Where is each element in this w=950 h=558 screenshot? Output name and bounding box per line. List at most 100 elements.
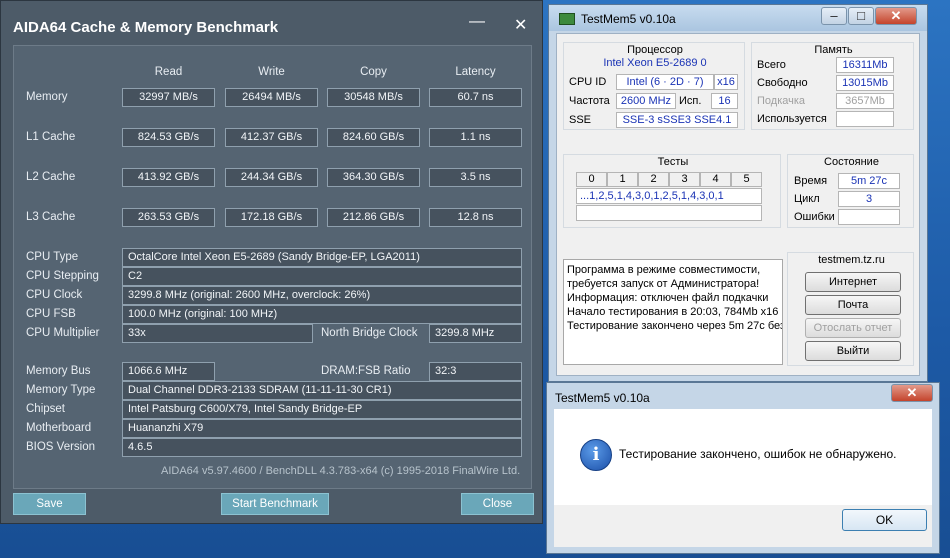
memory-read: 32997 MB/s bbox=[122, 88, 215, 107]
l3-write: 172.18 GB/s bbox=[225, 208, 318, 227]
cpu-id-label: CPU ID bbox=[569, 76, 607, 88]
total-value: 16311Mb bbox=[836, 57, 894, 73]
dialog-title: TestMem5 v0.10a bbox=[555, 391, 650, 405]
save-button[interactable]: Save bbox=[13, 493, 86, 515]
minimize-icon[interactable]: — bbox=[469, 13, 485, 31]
swap-value: 3657Mb bbox=[836, 93, 894, 109]
time-label: Время bbox=[794, 175, 828, 187]
cpu-fsb-label: CPU FSB bbox=[26, 308, 76, 320]
state-group-title: Состояние bbox=[824, 156, 879, 168]
l1-latency: 1.1 ns bbox=[429, 128, 522, 147]
test-number-2: 2 bbox=[638, 172, 669, 187]
start-benchmark-button[interactable]: Start Benchmark bbox=[221, 493, 329, 515]
frequency-label: Частота bbox=[569, 95, 610, 107]
cycle-value: 3 bbox=[838, 191, 900, 207]
sse-label: SSE bbox=[569, 114, 592, 126]
dialog-close-icon[interactable]: ✕ bbox=[891, 384, 933, 402]
copyright-text: AIDA64 v5.97.4600 / BenchDLL 4.3.783-x64… bbox=[161, 465, 521, 477]
row-label-l1: L1 Cache bbox=[26, 131, 76, 143]
dram-fsb-label: DRAM:FSB Ratio bbox=[321, 365, 411, 377]
row-label-memory: Memory bbox=[26, 91, 68, 103]
benchmark-panel: Read Write Copy Latency Memory 32997 MB/… bbox=[13, 45, 532, 489]
testmem5-titlebar: TestMem5 v0.10a – □ ✕ bbox=[549, 5, 927, 31]
testmem5-dialog: TestMem5 v0.10a ✕ i Тестирование законче… bbox=[546, 382, 940, 554]
mail-button[interactable]: Почта bbox=[805, 295, 901, 315]
minimize-icon[interactable]: – bbox=[821, 7, 847, 25]
cpu-id-value: Intel (6 · 2D · 7) bbox=[616, 74, 714, 90]
cpu-type-value: OctalCore Intel Xeon E5-2689 (Sandy Brid… bbox=[122, 248, 522, 267]
aida64-title: AIDA64 Cache & Memory Benchmark bbox=[13, 19, 279, 36]
testmem5-body: Процессор Intel Xeon E5-2689 0 CPU ID In… bbox=[556, 33, 920, 376]
memory-bus-value: 1066.6 MHz bbox=[122, 362, 215, 381]
log-line: требуется запуск от Администратора! bbox=[567, 278, 760, 290]
errors-label: Ошибки bbox=[794, 211, 835, 223]
memory-write: 26494 MB/s bbox=[225, 88, 318, 107]
aida64-window: AIDA64 Cache & Memory Benchmark — ✕ Read… bbox=[0, 0, 543, 524]
tests-group: Тесты 0 1 2 3 4 5 ...1,2,5,1,4,3,0,1,2,5… bbox=[563, 154, 781, 228]
memory-group-title: Память bbox=[814, 44, 853, 56]
close-button[interactable]: Close bbox=[461, 493, 534, 515]
log-textbox[interactable]: Программа в режиме совместимости, требуе… bbox=[563, 259, 783, 365]
cycle-label: Цикл bbox=[794, 193, 820, 205]
l3-latency: 12.8 ns bbox=[429, 208, 522, 227]
dialog-message: Тестирование закончено, ошибок не обнару… bbox=[619, 447, 897, 461]
memory-chip-icon bbox=[559, 13, 575, 25]
test-number-1: 1 bbox=[607, 172, 638, 187]
cpu-multiplier-value: 33x bbox=[122, 324, 313, 343]
free-label: Свободно bbox=[757, 77, 808, 89]
errors-value bbox=[838, 209, 900, 225]
close-icon[interactable]: ✕ bbox=[514, 15, 527, 35]
l1-write: 412.37 GB/s bbox=[225, 128, 318, 147]
tests-group-title: Тесты bbox=[657, 156, 689, 168]
used-label: Используется bbox=[757, 113, 827, 125]
north-bridge-label: North Bridge Clock bbox=[321, 327, 418, 339]
test-number-4: 4 bbox=[700, 172, 731, 187]
threads-value: 16 bbox=[711, 93, 738, 109]
internet-button[interactable]: Интернет bbox=[805, 272, 901, 292]
cpu-clock-value: 3299.8 MHz (original: 2600 MHz, overcloc… bbox=[122, 286, 522, 305]
memory-copy: 30548 MB/s bbox=[327, 88, 420, 107]
chipset-label: Chipset bbox=[26, 403, 65, 415]
l3-read: 263.53 GB/s bbox=[122, 208, 215, 227]
processor-group: Процессор Intel Xeon E5-2689 0 CPU ID In… bbox=[563, 42, 745, 130]
log-line: Информация: отключен файл подкачки bbox=[567, 292, 769, 304]
site-url: testmem.tz.ru bbox=[818, 254, 885, 266]
testmem5-window: TestMem5 v0.10a – □ ✕ Процессор Intel Xe… bbox=[548, 4, 928, 382]
state-group: Состояние Время 5m 27c Цикл 3 Ошибки bbox=[787, 154, 914, 228]
dram-fsb-value: 32:3 bbox=[429, 362, 522, 381]
sse-value: SSE-3 sSSE3 SSE4.1 bbox=[616, 112, 738, 128]
l2-write: 244.34 GB/s bbox=[225, 168, 318, 187]
used-value bbox=[836, 111, 894, 127]
close-icon[interactable]: ✕ bbox=[875, 7, 917, 25]
header-write: Write bbox=[258, 66, 285, 78]
cpu-fsb-value: 100.0 MHz (original: 100 MHz) bbox=[122, 305, 522, 324]
total-label: Всего bbox=[757, 59, 786, 71]
motherboard-label: Motherboard bbox=[26, 422, 92, 434]
bios-value: 4.6.5 bbox=[122, 438, 522, 457]
motherboard-value: Huananzhi X79 bbox=[122, 419, 522, 438]
exit-button[interactable]: Выйти bbox=[805, 341, 901, 361]
ok-button[interactable]: OK bbox=[842, 509, 927, 531]
l1-copy: 824.60 GB/s bbox=[327, 128, 420, 147]
maximize-icon[interactable]: □ bbox=[848, 7, 874, 25]
log-line: Начало тестирования в 20:03, 784Mb x16 bbox=[567, 306, 779, 318]
row-label-l2: L2 Cache bbox=[26, 171, 76, 183]
cpu-multiplier-label: CPU Multiplier bbox=[26, 327, 100, 339]
test-number-5: 5 bbox=[731, 172, 762, 187]
test-sequence: ...1,2,5,1,4,3,0,1,2,5,1,4,3,0,1 bbox=[576, 188, 762, 204]
l2-read: 413.92 GB/s bbox=[122, 168, 215, 187]
l2-latency: 3.5 ns bbox=[429, 168, 522, 187]
header-read: Read bbox=[154, 66, 183, 78]
header-copy: Copy bbox=[360, 66, 387, 78]
test-number-0: 0 bbox=[576, 172, 607, 187]
send-report-button[interactable]: Отослать отчет bbox=[805, 318, 901, 338]
test-number-3: 3 bbox=[669, 172, 700, 187]
l2-copy: 364.30 GB/s bbox=[327, 168, 420, 187]
l3-copy: 212.86 GB/s bbox=[327, 208, 420, 227]
threads-label: Исп. bbox=[679, 95, 702, 107]
memory-type-label: Memory Type bbox=[26, 384, 96, 396]
row-label-l3: L3 Cache bbox=[26, 211, 76, 223]
frequency-value: 2600 MHz bbox=[616, 93, 676, 109]
time-value: 5m 27c bbox=[838, 173, 900, 189]
log-line: Тестирование закончено через 5m 27c без bbox=[567, 320, 783, 332]
